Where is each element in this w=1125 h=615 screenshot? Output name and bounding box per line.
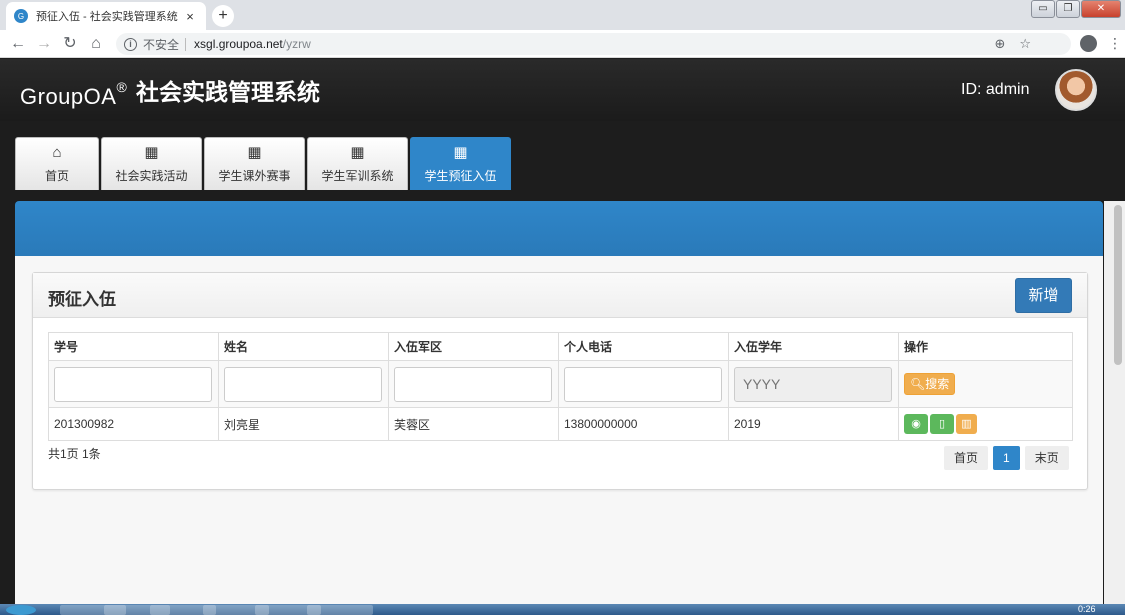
tab-home[interactable]: ⌂ 首页 [15,137,99,190]
tab-pre-enlistment[interactable]: ▦ 学生预征入伍 [410,137,511,190]
first-page-button[interactable]: 首页 [944,446,989,470]
edit-document-icon[interactable]: ▯ [930,414,954,434]
cell-phone: 13800000000 [558,407,729,441]
view-eye-icon[interactable]: ◉ [904,414,928,434]
tab-label: 学生课外赛事 [218,168,291,183]
home-icon[interactable]: ⌂ [86,34,106,54]
records-table: 学号 姓名 入伍军区 个人电话 入伍学年 操作 🔍︎搜索 201300982 [48,332,1073,441]
maximize-button[interactable]: ❐ [1056,0,1080,18]
cell-name: 刘亮星 [218,407,389,441]
omnibox-actions: ⊕ ☆ [994,33,1031,55]
logo-mark: ® [116,79,128,95]
pagination: 首页 1 末页 [944,446,1069,470]
delete-trash-icon[interactable]: ▥ [956,414,977,434]
start-button[interactable] [6,605,36,615]
logo: GroupOA® [20,79,127,110]
module-tabs: ⌂ 首页 ▦ 社会实践活动 ▦ 学生课外赛事 ▦ 学生军训系统 ▦ 学生预征入伍 [15,137,513,190]
divider [185,37,187,51]
filter-cell [388,360,559,408]
favicon-icon: G [14,9,28,23]
table-icon: ▦ [453,143,468,161]
home-icon: ⌂ [52,143,62,161]
close-icon[interactable]: × [182,9,198,24]
search-button[interactable]: 🔍︎搜索 [904,373,956,395]
district-filter-input[interactable] [394,366,552,402]
address-bar: ← → ↻ ⌂ i 不安全 xsgl.groupoa.net/yzrw ⊕ ☆ … [0,30,1125,58]
phone-filter-input[interactable] [564,366,722,402]
reload-icon[interactable]: ↻ [60,34,80,54]
column-header: 姓名 [218,332,389,361]
records-panel: 预征入伍 新增 学号 姓名 入伍军区 个人电话 入伍学年 操作 🔍︎搜索 [32,272,1088,490]
table-row: 201300982 刘亮星 芙蓉区 13800000000 2019 ◉ ▯ ▥ [48,407,1073,441]
minimize-button[interactable]: ▭ [1031,0,1055,18]
zoom-icon[interactable]: ⊕ [994,36,1005,52]
page-summary: 共1页 1条 [48,447,101,461]
panel-title: 预征入伍 [48,290,116,309]
page-1-button[interactable]: 1 [993,446,1020,470]
column-header: 操作 [898,332,1073,361]
taskbar-clock: 0:26 [1078,604,1096,614]
info-icon[interactable]: i [124,37,137,51]
last-page-button[interactable]: 末页 [1024,446,1069,470]
tab-label: 社会实践活动 [115,168,188,183]
tab-social-practice[interactable]: ▦ 社会实践活动 [101,137,202,190]
filter-cell [48,360,219,408]
forward-arrow-icon[interactable]: → [34,34,54,54]
scrollbar-thumb[interactable] [1114,205,1122,365]
panel-header: 预征入伍 新增 [33,273,1087,318]
taskbar-item[interactable] [307,605,373,615]
column-header: 入伍学年 [728,332,899,361]
back-arrow-icon[interactable]: ← [8,34,28,54]
add-button[interactable]: 新增 [1015,278,1072,313]
app-header: GroupOA® 社会实践管理系统 ID: admin [0,59,1125,121]
year-filter-input[interactable] [734,366,892,402]
column-header: 入伍军区 [388,332,559,361]
search-label: 搜索 [925,377,950,391]
search-icon: 🔍︎ [910,377,926,391]
os-taskbar: 0:26 [0,604,1125,615]
security-label: 不安全 [143,37,180,52]
profile-icon[interactable] [1080,35,1097,52]
browser-tabstrip: G 预征入伍 - 社会实践管理系统 × + ▭ ❐ ✕ [0,0,1125,30]
filter-cell [558,360,729,408]
table-icon: ▦ [350,143,365,161]
url-omnibox[interactable]: i 不安全 xsgl.groupoa.net/yzrw ⊕ ☆ [116,33,1071,55]
section-banner [15,201,1103,256]
url-path: /yzrw [282,37,311,51]
logo-text: GroupOA [20,84,117,109]
star-icon[interactable]: ☆ [1019,36,1031,52]
avatar[interactable] [1055,69,1097,111]
cell-actions: ◉ ▯ ▥ [898,407,1073,441]
window-close-button[interactable]: ✕ [1081,0,1121,18]
filter-cell [728,360,899,408]
cell-year: 2019 [728,407,899,441]
filter-cell [218,360,389,408]
filter-row: 🔍︎搜索 [48,360,1073,408]
browser-tab[interactable]: G 预征入伍 - 社会实践管理系统 × [6,2,206,30]
student-id-filter-input[interactable] [54,366,212,402]
tab-competitions[interactable]: ▦ 学生课外赛事 [204,137,305,190]
filter-cell: 🔍︎搜索 [898,360,1073,408]
cell-district: 芙蓉区 [388,407,559,441]
new-tab-button[interactable]: + [212,5,234,27]
menu-dots-icon[interactable]: ⋮ [1108,35,1122,52]
column-header: 学号 [48,332,219,361]
tab-label: 首页 [44,168,69,183]
column-header: 个人电话 [558,332,729,361]
url-host: xsgl.groupoa.net [194,37,283,51]
tab-label: 学生军训系统 [321,168,394,183]
cell-student-id: 201300982 [48,407,219,441]
system-title: 社会实践管理系统 [136,79,320,105]
user-id[interactable]: ID: admin [961,81,1029,99]
name-filter-input[interactable] [224,366,382,402]
tab-title: 预征入伍 - 社会实践管理系统 [36,11,178,23]
window-controls: ▭ ❐ ✕ [1030,0,1121,18]
tab-military-training[interactable]: ▦ 学生军训系统 [307,137,408,190]
tab-label: 学生预征入伍 [424,168,497,183]
table-icon: ▦ [247,143,262,161]
table-icon: ▦ [144,143,159,161]
